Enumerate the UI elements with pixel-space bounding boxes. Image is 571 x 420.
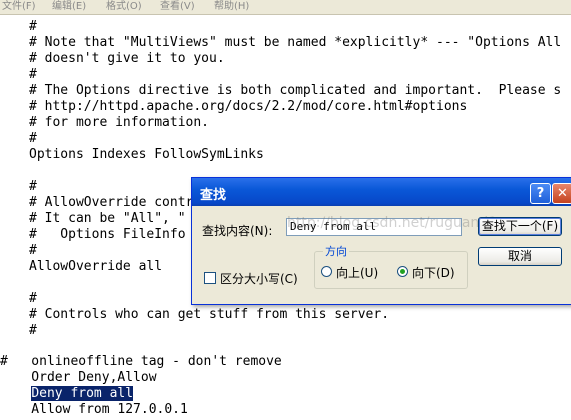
dialog-titlebar[interactable]: 查找 ? ✕ <box>192 178 571 206</box>
editor-line: Order Deny,Allow <box>0 370 157 385</box>
editor-line: # Options FileInfo <box>29 227 186 242</box>
selected-text: Deny from all <box>31 386 134 401</box>
editor-line: # <box>29 131 37 146</box>
editor-line-selected: Deny from all <box>0 386 134 402</box>
editor-line: # <box>29 243 37 258</box>
close-button[interactable]: ✕ <box>552 183 571 204</box>
match-case-checkbox[interactable] <box>204 272 216 284</box>
find-what-input[interactable]: Deny from all <box>286 218 462 236</box>
editor-line: # The Options directive is both complica… <box>29 83 562 98</box>
direction-up-label: 向上(U) <box>336 266 379 280</box>
editor-line: # <box>29 323 37 338</box>
editor-line: # It can be "All", " <box>29 211 186 226</box>
close-icon: ✕ <box>557 186 568 201</box>
find-next-button[interactable]: 查找下一个(F) <box>478 217 562 236</box>
direction-down-label: 向下(D) <box>412 266 455 280</box>
menu-bar: 文件(F) 编辑(E) 格式(O) 查看(V) 帮助(H) <box>0 0 571 15</box>
menu-file[interactable]: 文件(F) <box>2 0 36 12</box>
menu-help[interactable]: 帮助(H) <box>214 0 249 12</box>
editor-line: # for more information. <box>29 115 210 130</box>
editor-line: # <box>29 19 37 34</box>
direction-up-radio[interactable] <box>321 266 332 277</box>
editor-line: # Note that "MultiViews" must be named *… <box>29 35 562 50</box>
editor-line: # <box>29 179 37 194</box>
editor-line: Options Indexes FollowSymLinks <box>29 147 264 162</box>
menu-format[interactable]: 格式(O) <box>106 0 142 12</box>
editor-line: # <box>29 291 37 306</box>
direction-group: 方向 向上(U) 向下(D) <box>314 243 468 289</box>
cancel-button[interactable]: 取消 <box>478 247 562 266</box>
help-icon: ? <box>536 186 545 201</box>
menu-edit[interactable]: 编辑(E) <box>52 0 86 12</box>
editor-line: # doesn't give it to you. <box>29 51 225 66</box>
match-case-label: 区分大小写(C) <box>220 272 298 286</box>
help-button[interactable]: ? <box>530 183 551 204</box>
editor-line: # http://httpd.apache.org/docs/2.2/mod/c… <box>29 99 468 114</box>
editor-line: AllowOverride all <box>29 259 163 274</box>
find-what-label: 查找内容(N): <box>202 224 273 238</box>
editor-line: # Controls who can get stuff from this s… <box>29 307 390 322</box>
editor-line: # onlineoffline tag - don't remove <box>0 354 282 369</box>
direction-down-radio[interactable] <box>397 266 408 277</box>
editor-line: # AllowOverride contr <box>29 195 194 210</box>
direction-legend: 方向 <box>323 243 349 259</box>
dialog-title: 查找 <box>200 188 227 203</box>
editor-line: # <box>29 67 37 82</box>
editor-line: Allow from 127.0.0.1 <box>0 402 188 417</box>
menu-view[interactable]: 查看(V) <box>160 0 195 12</box>
find-dialog: 查找 ? ✕ 查找内容(N): Deny from all http://blo… <box>191 177 571 305</box>
